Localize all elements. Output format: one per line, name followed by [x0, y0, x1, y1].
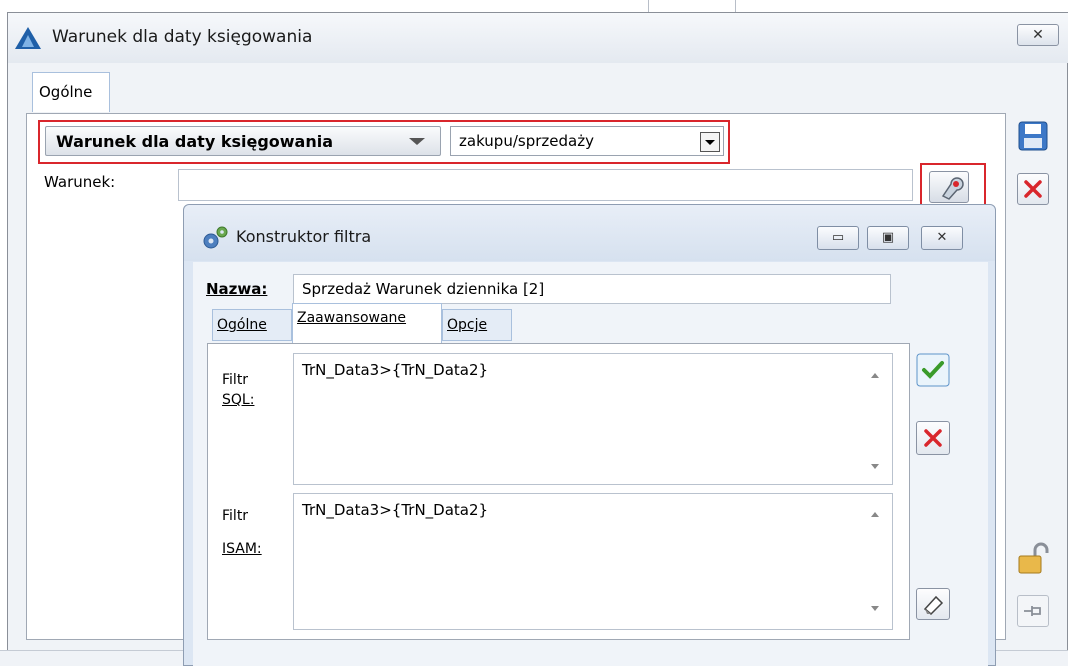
- main-window-title: Warunek dla daty księgowania: [52, 27, 313, 47]
- tab-opcje[interactable]: Opcje: [442, 309, 512, 341]
- chevron-down-icon: [409, 138, 425, 145]
- scroll-down-icon[interactable]: [871, 464, 879, 469]
- chevron-down-icon: [705, 140, 715, 145]
- padlock-icon[interactable]: [1015, 540, 1051, 576]
- document-type-select[interactable]: zakupu/sprzedaży: [450, 126, 724, 156]
- app-logo-icon: [15, 27, 41, 49]
- green-check-icon[interactable]: [916, 353, 950, 387]
- eraser-icon: [923, 595, 944, 616]
- scroll-up-icon[interactable]: [871, 512, 879, 517]
- minimize-icon: ▭: [831, 230, 845, 245]
- gear-icon: [203, 226, 228, 249]
- maximize-button[interactable]: ▣: [867, 226, 909, 250]
- tab-zaawansowane[interactable]: Zaawansowane: [292, 303, 442, 343]
- close-icon: ✕: [936, 230, 948, 245]
- red-x-icon: [924, 429, 942, 447]
- filtr-isam-label: Filtr ISAM:: [222, 508, 262, 557]
- floppy-icon[interactable]: [1017, 120, 1049, 152]
- background-divider: [735, 0, 736, 12]
- warunek-input[interactable]: [178, 169, 913, 201]
- filtr-isam-value: TrN_Data3>{TrN_Data2}: [302, 501, 489, 519]
- tab-ogolne[interactable]: Ogólne: [32, 72, 110, 112]
- close-icon: ✕: [1032, 27, 1044, 43]
- wrench-icon: [941, 177, 964, 200]
- cancel-button[interactable]: [1017, 173, 1049, 205]
- tab-ogolne[interactable]: Ogólne: [212, 309, 292, 341]
- background-divider: [648, 0, 649, 12]
- filtr-sql-value: TrN_Data3>{TrN_Data2}: [302, 361, 489, 379]
- scroll-up-icon[interactable]: [871, 373, 879, 378]
- close-button[interactable]: ✕: [921, 226, 963, 250]
- top-strip: [0, 0, 1068, 10]
- scroll-down-icon[interactable]: [871, 606, 879, 611]
- filter-builder-title: Konstruktor filtra: [236, 227, 372, 246]
- filtr-sql-label: Filtr SQL:: [222, 372, 255, 408]
- pin-icon: [1024, 606, 1041, 616]
- main-close-button[interactable]: ✕: [1017, 24, 1059, 46]
- condition-type-select[interactable]: Warunek dla daty księgowania: [45, 126, 441, 156]
- warunek-label: Warunek:: [44, 173, 116, 191]
- pin-button[interactable]: [1017, 595, 1049, 627]
- filter-builder-button[interactable]: [929, 171, 969, 203]
- clear-button[interactable]: [916, 588, 950, 620]
- nazwa-input[interactable]: Sprzedaż Warunek dziennika [2]: [293, 274, 891, 304]
- maximize-icon: ▣: [881, 230, 895, 245]
- minimize-button[interactable]: ▭: [817, 226, 859, 250]
- nazwa-label: Nazwa:: [206, 280, 268, 298]
- red-x-icon: [1024, 180, 1042, 198]
- cancel-button[interactable]: [916, 421, 950, 455]
